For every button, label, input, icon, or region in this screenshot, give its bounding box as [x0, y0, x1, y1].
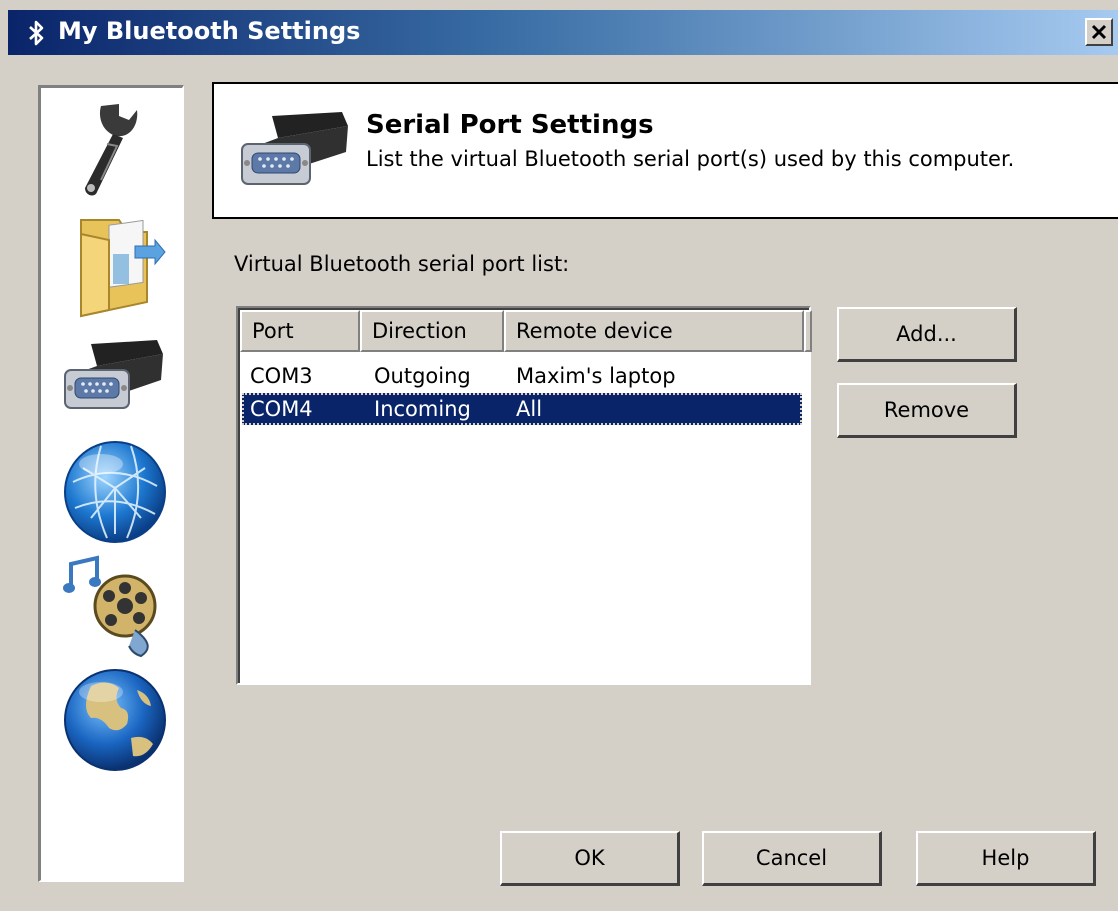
table-row-selected[interactable]: COM4 Incoming All	[242, 393, 802, 425]
sidebar-item-serial-port[interactable]	[61, 324, 169, 432]
page-description: List the virtual Bluetooth serial port(s…	[366, 147, 1015, 171]
column-header-filler	[804, 310, 812, 352]
bluetooth-settings-dialog: My Bluetooth Settings Serial Port Settin…	[0, 0, 1118, 911]
page-title: Serial Port Settings	[366, 110, 654, 140]
bluetooth-icon	[29, 20, 44, 46]
multimedia-icon	[63, 555, 157, 658]
sidebar-item-network[interactable]	[61, 438, 169, 546]
cancel-button[interactable]: Cancel	[702, 831, 882, 886]
cell-port: COM4	[250, 397, 313, 421]
cell-remote-device: Maxim's laptop	[516, 364, 676, 388]
port-list-label: Virtual Bluetooth serial port list:	[234, 252, 570, 276]
port-list[interactable]: Port Direction Remote device COM3 Outgoi…	[236, 306, 812, 685]
serial-port-icon	[241, 112, 348, 185]
list-header: Port Direction Remote device	[240, 310, 812, 352]
window-title: My Bluetooth Settings	[58, 17, 361, 45]
help-button[interactable]: Help	[916, 831, 1096, 886]
earth-globe-icon	[64, 669, 166, 771]
header-panel: Serial Port Settings List the virtual Bl…	[212, 82, 1118, 219]
wrench-icon	[85, 104, 138, 196]
serial-port-icon	[64, 340, 163, 409]
network-globe-icon	[64, 441, 166, 543]
cell-direction: Outgoing	[374, 364, 471, 388]
table-row[interactable]: COM3 Outgoing Maxim's laptop	[242, 360, 802, 392]
sidebar-item-file-transfer[interactable]	[61, 210, 169, 318]
close-button[interactable]	[1085, 18, 1113, 46]
folder-icon	[80, 219, 166, 318]
title-bar[interactable]: My Bluetooth Settings	[8, 10, 1118, 55]
column-header-remote-device[interactable]: Remote device	[504, 310, 804, 352]
remove-button[interactable]: Remove	[837, 383, 1017, 438]
ok-button[interactable]: OK	[500, 831, 680, 886]
cell-remote-device: All	[516, 397, 543, 421]
sidebar-item-multimedia[interactable]	[61, 550, 169, 658]
category-sidebar	[38, 85, 184, 882]
column-header-port[interactable]: Port	[240, 310, 360, 352]
cell-direction: Incoming	[374, 397, 471, 421]
add-button[interactable]: Add...	[837, 307, 1017, 362]
sidebar-item-internet[interactable]	[61, 664, 169, 772]
cell-port: COM3	[250, 364, 313, 388]
column-header-direction[interactable]: Direction	[360, 310, 504, 352]
close-icon	[1091, 24, 1107, 40]
sidebar-item-general[interactable]	[61, 96, 169, 204]
